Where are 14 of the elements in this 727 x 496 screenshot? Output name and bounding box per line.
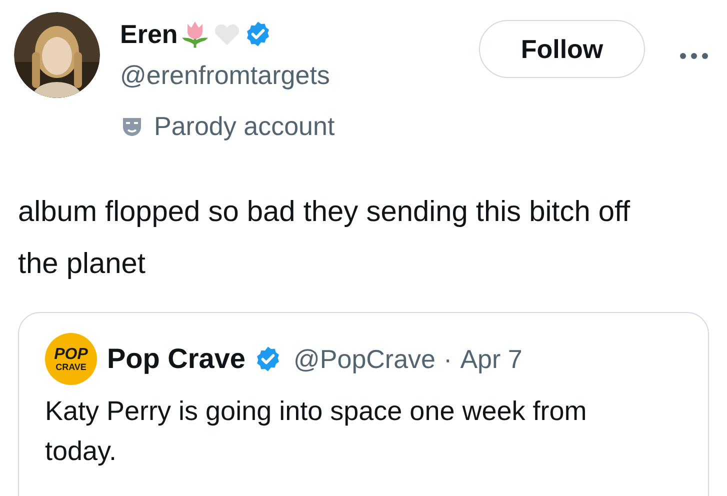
separator: ·	[444, 342, 452, 376]
quoted-author-name[interactable]: Pop Crave	[107, 338, 246, 380]
follow-button[interactable]: Follow	[479, 20, 645, 78]
quoted-text: Katy Perry is going into space one week from today.	[45, 395, 588, 468]
quoted-tweet-card[interactable]: POP CRAVE Pop Crave @PopCrave · Apr 7 Katy Perry is going into space one week from today.	[18, 312, 709, 496]
more-icon[interactable]	[679, 52, 709, 60]
quoted-date[interactable]: Apr 7	[460, 340, 522, 378]
author-name[interactable]: Eren	[120, 14, 178, 54]
quoted-handle[interactable]: @PopCrave	[294, 340, 436, 378]
tulip-icon	[180, 19, 210, 49]
tweet-text: album flopped so bad they sending this bitch off the planet	[18, 195, 632, 282]
pop-crave-logo: POP CRAVE	[45, 333, 97, 385]
parody-label: Parody account	[154, 110, 335, 143]
author-handle[interactable]: @erenfromtargets	[120, 56, 479, 95]
